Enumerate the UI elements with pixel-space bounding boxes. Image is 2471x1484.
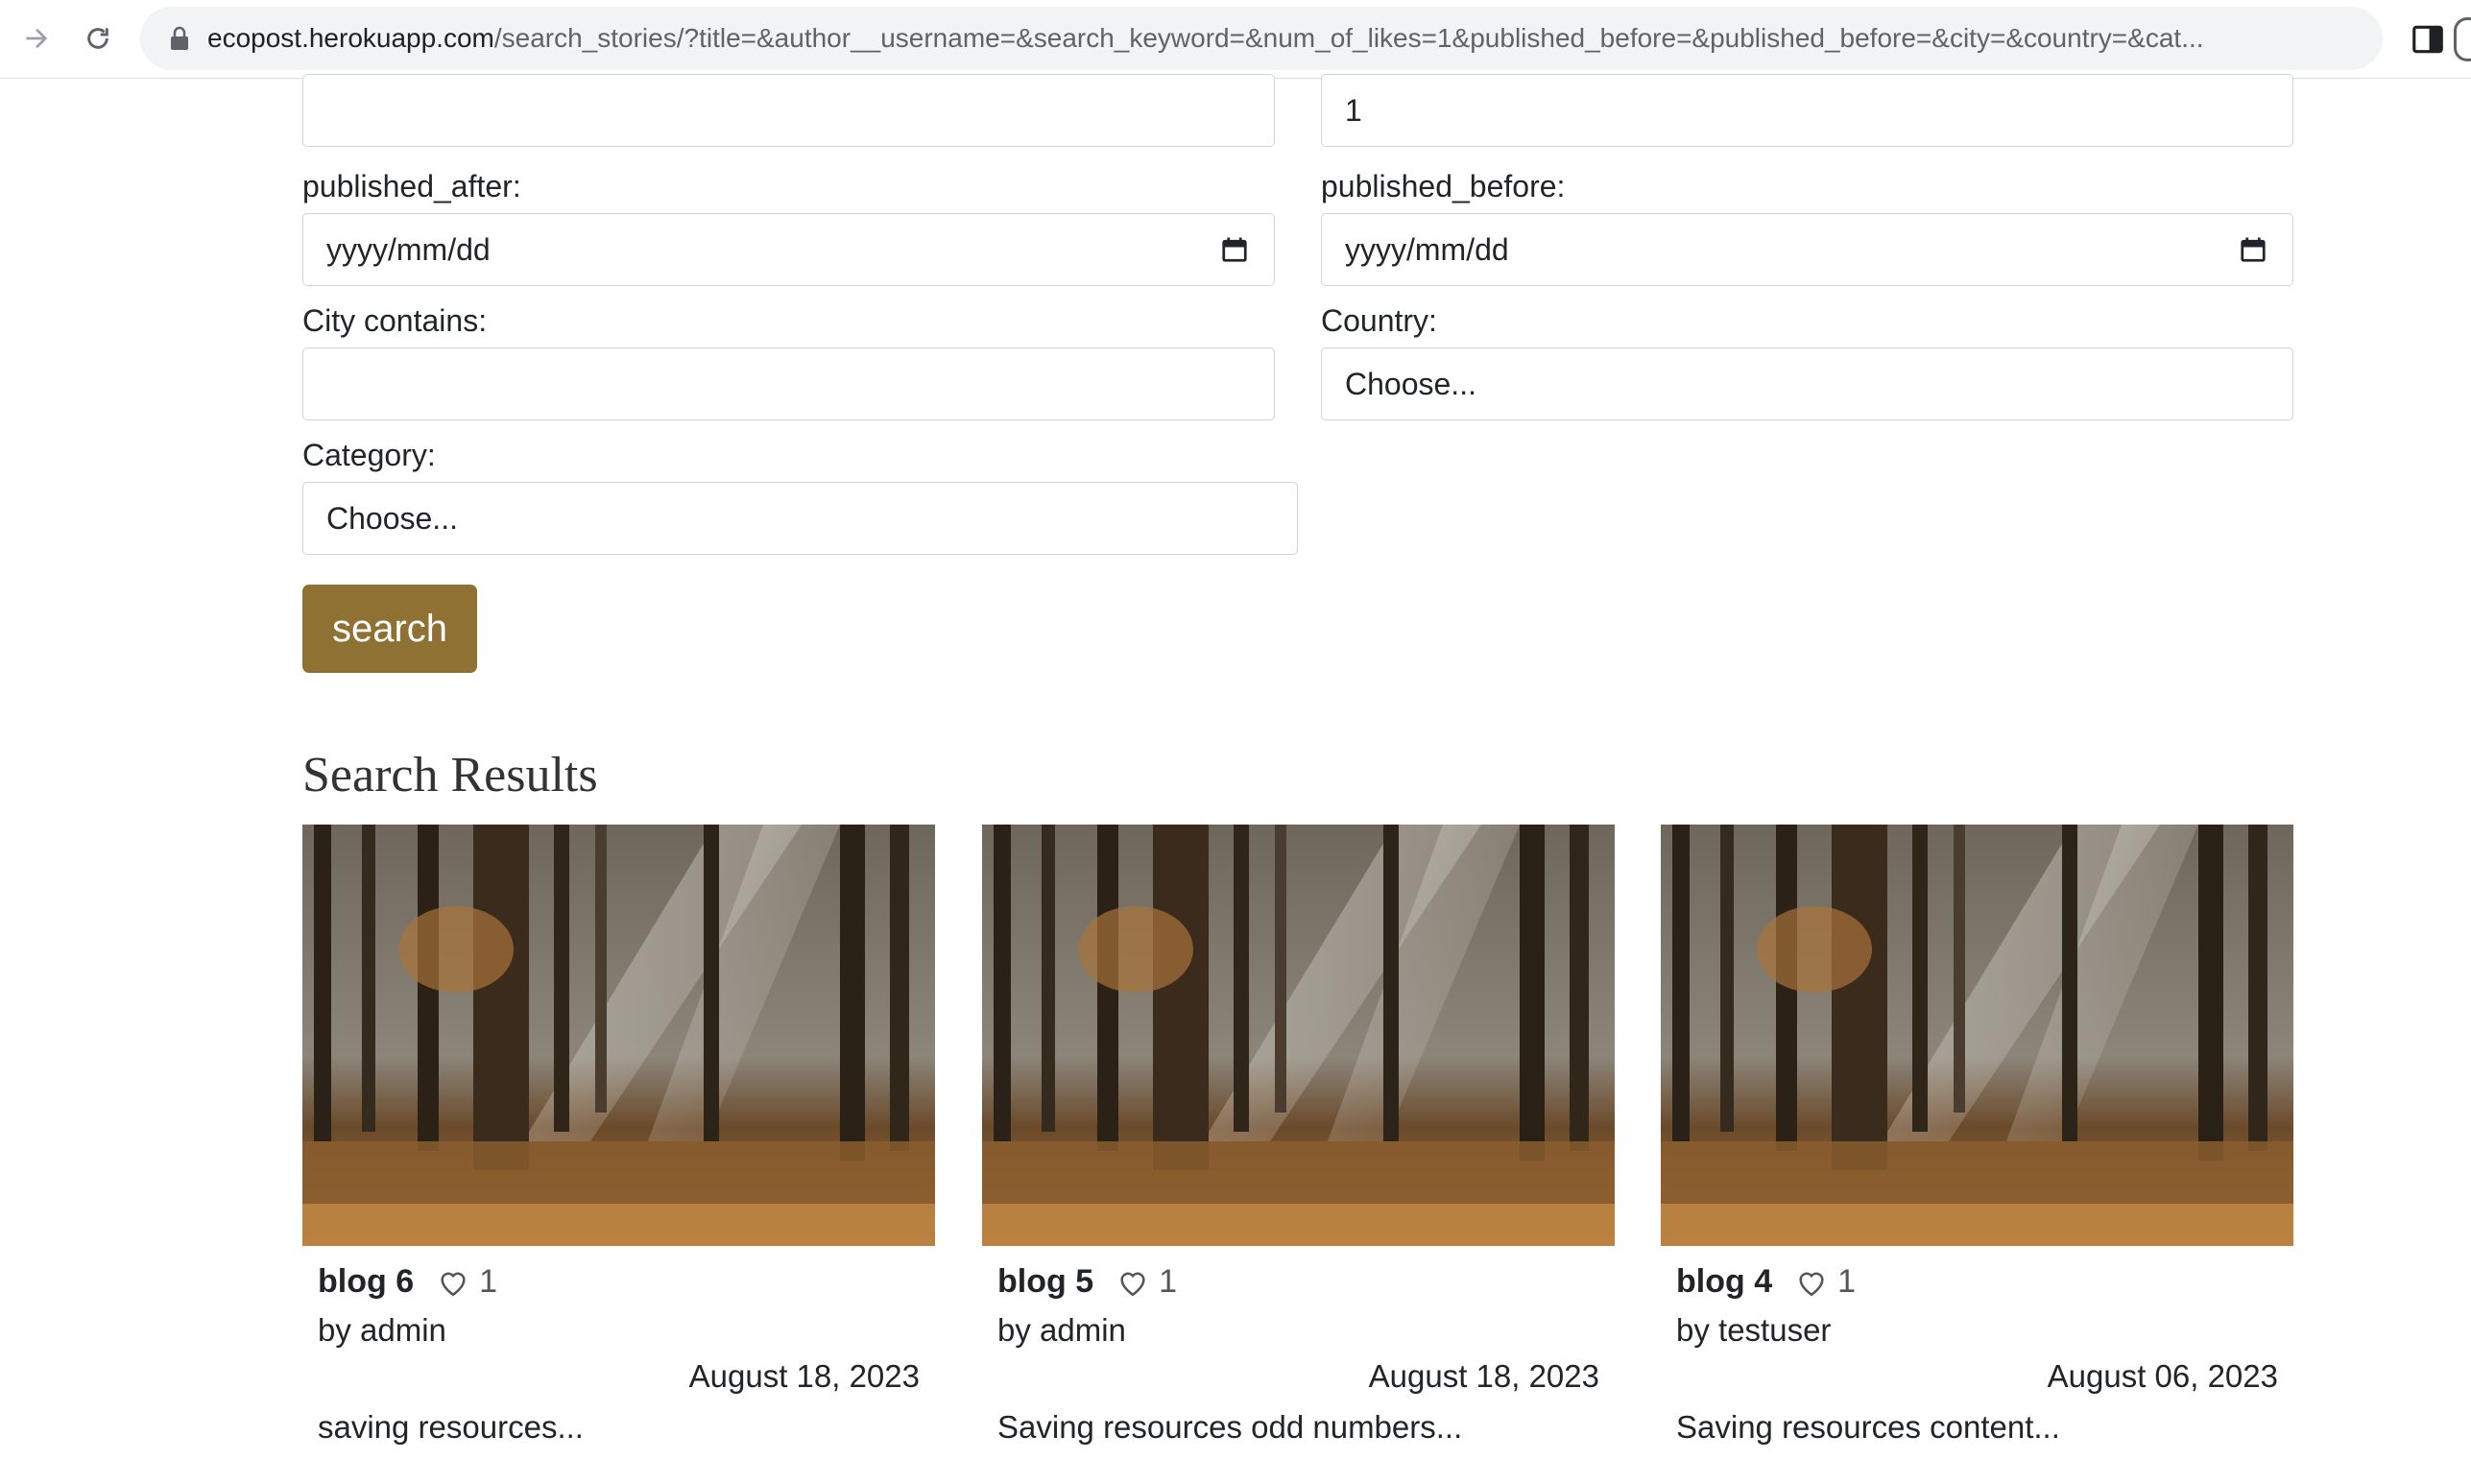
card-title[interactable]: blog 4 bbox=[1676, 1263, 1772, 1301]
card-title[interactable]: blog 5 bbox=[997, 1263, 1093, 1301]
forward-icon[interactable] bbox=[17, 19, 56, 58]
published-before-label: published_before: bbox=[1321, 169, 1566, 203]
url-path: /search_stories/?title=&author__username… bbox=[493, 23, 2204, 53]
side-panel-icon[interactable] bbox=[2410, 21, 2446, 58]
card-excerpt: Saving resources content... bbox=[1676, 1409, 2060, 1445]
published-before-input[interactable]: yyyy/mm/dd bbox=[1321, 213, 2293, 286]
card-date: August 18, 2023 bbox=[1368, 1358, 1599, 1394]
browser-toolbar: ecopost.herokuapp.com/search_stories/?ti… bbox=[0, 0, 2471, 79]
country-select[interactable]: Choose... bbox=[1321, 347, 2293, 420]
published-before-placeholder: yyyy/mm/dd bbox=[1345, 231, 1509, 267]
card-image[interactable] bbox=[982, 825, 1615, 1246]
published-after-label: published_after: bbox=[302, 169, 521, 203]
likes-count: 1 bbox=[1159, 1263, 1178, 1300]
card-image[interactable] bbox=[1661, 825, 2293, 1246]
url-host: ecopost.herokuapp.com bbox=[207, 23, 494, 53]
country-selected: Choose... bbox=[1345, 366, 1476, 401]
card-author: by admin bbox=[997, 1312, 1126, 1348]
likes-count: 1 bbox=[479, 1263, 498, 1300]
heart-icon[interactable] bbox=[1795, 1267, 1828, 1298]
published-after-placeholder: yyyy/mm/dd bbox=[326, 231, 491, 267]
url-text: ecopost.herokuapp.com/search_stories/?ti… bbox=[207, 23, 2204, 54]
lock-icon bbox=[163, 22, 196, 55]
category-select[interactable]: Choose... bbox=[302, 482, 1298, 555]
heart-icon[interactable] bbox=[1116, 1267, 1149, 1298]
card-author: by testuser bbox=[1676, 1312, 1832, 1348]
category-label: Category: bbox=[302, 438, 436, 472]
card-excerpt: saving resources... bbox=[318, 1409, 584, 1445]
city-input[interactable] bbox=[302, 347, 1275, 420]
card-title-row: blog 5 1 bbox=[997, 1263, 1177, 1301]
result-card[interactable]: blog 6 1 by admin August 18, 2023 saving… bbox=[302, 825, 935, 1445]
likes-count: 1 bbox=[1837, 1263, 1857, 1300]
city-label: City contains: bbox=[302, 303, 488, 338]
profile-icon[interactable] bbox=[2454, 17, 2471, 61]
published-after-input[interactable]: yyyy/mm/dd bbox=[302, 213, 1275, 286]
card-title[interactable]: blog 6 bbox=[318, 1263, 414, 1301]
card-author: by admin bbox=[318, 1312, 446, 1348]
num-of-likes-field[interactable]: 1 bbox=[1321, 74, 2293, 147]
calendar-icon[interactable] bbox=[2239, 235, 2267, 264]
address-bar[interactable]: ecopost.herokuapp.com/search_stories/?ti… bbox=[140, 7, 2383, 70]
card-date: August 06, 2023 bbox=[2047, 1358, 2278, 1394]
country-label: Country: bbox=[1321, 303, 1437, 338]
card-date: August 18, 2023 bbox=[688, 1358, 920, 1394]
card-excerpt: Saving resources odd numbers... bbox=[997, 1409, 1463, 1445]
card-image[interactable] bbox=[302, 825, 935, 1246]
category-selected: Choose... bbox=[326, 500, 458, 536]
search-button[interactable]: search bbox=[302, 585, 477, 673]
author-field[interactable] bbox=[302, 74, 1275, 147]
num-of-likes-value: 1 bbox=[1345, 92, 1362, 128]
calendar-icon[interactable] bbox=[1220, 235, 1249, 264]
result-card[interactable]: blog 5 1 by admin August 18, 2023 Saving… bbox=[982, 825, 1615, 1445]
card-title-row: blog 4 1 bbox=[1676, 1263, 1856, 1301]
heart-icon[interactable] bbox=[437, 1267, 469, 1298]
results-heading: Search Results bbox=[302, 748, 598, 802]
card-title-row: blog 6 1 bbox=[318, 1263, 497, 1301]
reload-icon[interactable] bbox=[79, 19, 117, 58]
result-card[interactable]: blog 4 1 by testuser August 06, 2023 Sav… bbox=[1661, 825, 2293, 1445]
